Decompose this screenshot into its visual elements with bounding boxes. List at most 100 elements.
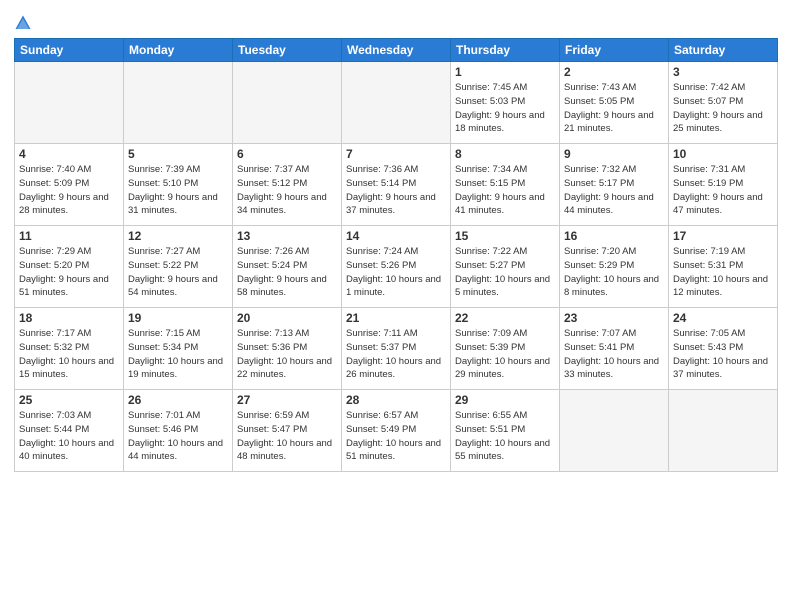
day-info: Sunrise: 6:57 AM Sunset: 5:49 PM Dayligh…: [346, 409, 446, 464]
day-info: Sunrise: 7:09 AM Sunset: 5:39 PM Dayligh…: [455, 327, 555, 382]
calendar-cell: 4 Sunrise: 7:40 AM Sunset: 5:09 PM Daylig…: [15, 144, 124, 226]
day-number: 29: [455, 393, 555, 407]
weekday-header: Monday: [124, 39, 233, 62]
calendar-cell: 3 Sunrise: 7:42 AM Sunset: 5:07 PM Daylig…: [669, 62, 778, 144]
day-number: 3: [673, 65, 773, 79]
day-number: 14: [346, 229, 446, 243]
calendar-cell: 13Sunrise: 7:26 AM Sunset: 5:24 PM Dayli…: [233, 226, 342, 308]
weekday-header: Tuesday: [233, 39, 342, 62]
calendar-cell: 28 Sunrise: 6:57 AM Sunset: 5:49 PM Dayli…: [342, 390, 451, 472]
day-info: Sunrise: 7:24 AM Sunset: 5:26 PM Dayligh…: [346, 245, 446, 300]
weekday-header: Wednesday: [342, 39, 451, 62]
day-number: 19: [128, 311, 228, 325]
calendar-cell: 29Sunrise: 6:55 AM Sunset: 5:51 PM Dayli…: [451, 390, 560, 472]
day-info: Sunrise: 7:05 AM Sunset: 5:43 PM Dayligh…: [673, 327, 773, 382]
day-info: Sunrise: 7:20 AM Sunset: 5:29 PM Dayligh…: [564, 245, 664, 300]
calendar-cell: 12 Sunrise: 7:27 AM Sunset: 5:22 PM Dayli…: [124, 226, 233, 308]
day-info: Sunrise: 7:42 AM Sunset: 5:07 PM Dayligh…: [673, 81, 773, 136]
calendar-header: SundayMondayTuesdayWednesdayThursdayFrid…: [15, 39, 778, 62]
day-info: Sunrise: 7:32 AM Sunset: 5:17 PM Dayligh…: [564, 163, 664, 218]
calendar-cell: 14 Sunrise: 7:24 AM Sunset: 5:26 PM Dayli…: [342, 226, 451, 308]
day-info: Sunrise: 7:40 AM Sunset: 5:09 PM Dayligh…: [19, 163, 119, 218]
day-info: Sunrise: 7:13 AM Sunset: 5:36 PM Dayligh…: [237, 327, 337, 382]
day-number: 18: [19, 311, 119, 325]
day-info: Sunrise: 7:17 AM Sunset: 5:32 PM Dayligh…: [19, 327, 119, 382]
calendar-week: 25 Sunrise: 7:03 AM Sunset: 5:44 PM Dayli…: [15, 390, 778, 472]
calendar-cell: 27 Sunrise: 6:59 AM Sunset: 5:47 PM Dayli…: [233, 390, 342, 472]
calendar-cell: 25 Sunrise: 7:03 AM Sunset: 5:44 PM Dayli…: [15, 390, 124, 472]
calendar-cell: 23 Sunrise: 7:07 AM Sunset: 5:41 PM Dayli…: [560, 308, 669, 390]
day-info: Sunrise: 7:29 AM Sunset: 5:20 PM Dayligh…: [19, 245, 119, 300]
calendar-week: 11Sunrise: 7:29 AM Sunset: 5:20 PM Dayli…: [15, 226, 778, 308]
day-info: Sunrise: 7:43 AM Sunset: 5:05 PM Dayligh…: [564, 81, 664, 136]
day-info: Sunrise: 7:07 AM Sunset: 5:41 PM Dayligh…: [564, 327, 664, 382]
page: SundayMondayTuesdayWednesdayThursdayFrid…: [0, 0, 792, 482]
calendar-cell: 24 Sunrise: 7:05 AM Sunset: 5:43 PM Dayli…: [669, 308, 778, 390]
calendar-cell: [124, 62, 233, 144]
calendar-cell: [342, 62, 451, 144]
day-number: 28: [346, 393, 446, 407]
day-info: Sunrise: 7:27 AM Sunset: 5:22 PM Dayligh…: [128, 245, 228, 300]
day-number: 16: [564, 229, 664, 243]
day-number: 7: [346, 147, 446, 161]
calendar-cell: 1 Sunrise: 7:45 AM Sunset: 5:03 PM Daylig…: [451, 62, 560, 144]
day-number: 12: [128, 229, 228, 243]
calendar-week: 18 Sunrise: 7:17 AM Sunset: 5:32 PM Dayli…: [15, 308, 778, 390]
calendar: SundayMondayTuesdayWednesdayThursdayFrid…: [14, 38, 778, 472]
calendar-cell: 6Sunrise: 7:37 AM Sunset: 5:12 PM Daylig…: [233, 144, 342, 226]
calendar-week: 4 Sunrise: 7:40 AM Sunset: 5:09 PM Daylig…: [15, 144, 778, 226]
day-number: 23: [564, 311, 664, 325]
day-info: Sunrise: 7:11 AM Sunset: 5:37 PM Dayligh…: [346, 327, 446, 382]
calendar-cell: 11Sunrise: 7:29 AM Sunset: 5:20 PM Dayli…: [15, 226, 124, 308]
calendar-cell: 2Sunrise: 7:43 AM Sunset: 5:05 PM Daylig…: [560, 62, 669, 144]
day-info: Sunrise: 7:22 AM Sunset: 5:27 PM Dayligh…: [455, 245, 555, 300]
calendar-cell: [669, 390, 778, 472]
day-number: 26: [128, 393, 228, 407]
day-number: 6: [237, 147, 337, 161]
header: [14, 10, 778, 32]
day-number: 8: [455, 147, 555, 161]
day-number: 15: [455, 229, 555, 243]
day-info: Sunrise: 7:01 AM Sunset: 5:46 PM Dayligh…: [128, 409, 228, 464]
day-info: Sunrise: 7:36 AM Sunset: 5:14 PM Dayligh…: [346, 163, 446, 218]
calendar-cell: 9 Sunrise: 7:32 AM Sunset: 5:17 PM Daylig…: [560, 144, 669, 226]
calendar-cell: 26 Sunrise: 7:01 AM Sunset: 5:46 PM Dayli…: [124, 390, 233, 472]
calendar-cell: 7 Sunrise: 7:36 AM Sunset: 5:14 PM Daylig…: [342, 144, 451, 226]
calendar-cell: 22 Sunrise: 7:09 AM Sunset: 5:39 PM Dayli…: [451, 308, 560, 390]
day-info: Sunrise: 7:45 AM Sunset: 5:03 PM Dayligh…: [455, 81, 555, 136]
day-info: Sunrise: 7:31 AM Sunset: 5:19 PM Dayligh…: [673, 163, 773, 218]
weekday-header: Sunday: [15, 39, 124, 62]
calendar-cell: 21 Sunrise: 7:11 AM Sunset: 5:37 PM Dayli…: [342, 308, 451, 390]
calendar-cell: 16 Sunrise: 7:20 AM Sunset: 5:29 PM Dayli…: [560, 226, 669, 308]
day-number: 27: [237, 393, 337, 407]
weekday-header: Friday: [560, 39, 669, 62]
day-number: 22: [455, 311, 555, 325]
logo: [14, 14, 34, 32]
day-number: 25: [19, 393, 119, 407]
calendar-cell: 20Sunrise: 7:13 AM Sunset: 5:36 PM Dayli…: [233, 308, 342, 390]
day-info: Sunrise: 7:26 AM Sunset: 5:24 PM Dayligh…: [237, 245, 337, 300]
day-number: 21: [346, 311, 446, 325]
day-number: 4: [19, 147, 119, 161]
day-number: 9: [564, 147, 664, 161]
day-number: 24: [673, 311, 773, 325]
calendar-cell: [15, 62, 124, 144]
day-info: Sunrise: 7:19 AM Sunset: 5:31 PM Dayligh…: [673, 245, 773, 300]
calendar-cell: 10Sunrise: 7:31 AM Sunset: 5:19 PM Dayli…: [669, 144, 778, 226]
day-number: 1: [455, 65, 555, 79]
day-info: Sunrise: 6:59 AM Sunset: 5:47 PM Dayligh…: [237, 409, 337, 464]
calendar-body: 1 Sunrise: 7:45 AM Sunset: 5:03 PM Daylig…: [15, 62, 778, 472]
calendar-cell: 15 Sunrise: 7:22 AM Sunset: 5:27 PM Dayli…: [451, 226, 560, 308]
day-number: 5: [128, 147, 228, 161]
day-info: Sunrise: 7:39 AM Sunset: 5:10 PM Dayligh…: [128, 163, 228, 218]
weekday-header: Thursday: [451, 39, 560, 62]
calendar-cell: 17Sunrise: 7:19 AM Sunset: 5:31 PM Dayli…: [669, 226, 778, 308]
day-info: Sunrise: 7:03 AM Sunset: 5:44 PM Dayligh…: [19, 409, 119, 464]
calendar-cell: 19Sunrise: 7:15 AM Sunset: 5:34 PM Dayli…: [124, 308, 233, 390]
calendar-cell: [233, 62, 342, 144]
calendar-cell: 5 Sunrise: 7:39 AM Sunset: 5:10 PM Daylig…: [124, 144, 233, 226]
calendar-week: 1 Sunrise: 7:45 AM Sunset: 5:03 PM Daylig…: [15, 62, 778, 144]
logo-icon: [14, 14, 32, 32]
calendar-cell: 18 Sunrise: 7:17 AM Sunset: 5:32 PM Dayli…: [15, 308, 124, 390]
calendar-cell: 8Sunrise: 7:34 AM Sunset: 5:15 PM Daylig…: [451, 144, 560, 226]
